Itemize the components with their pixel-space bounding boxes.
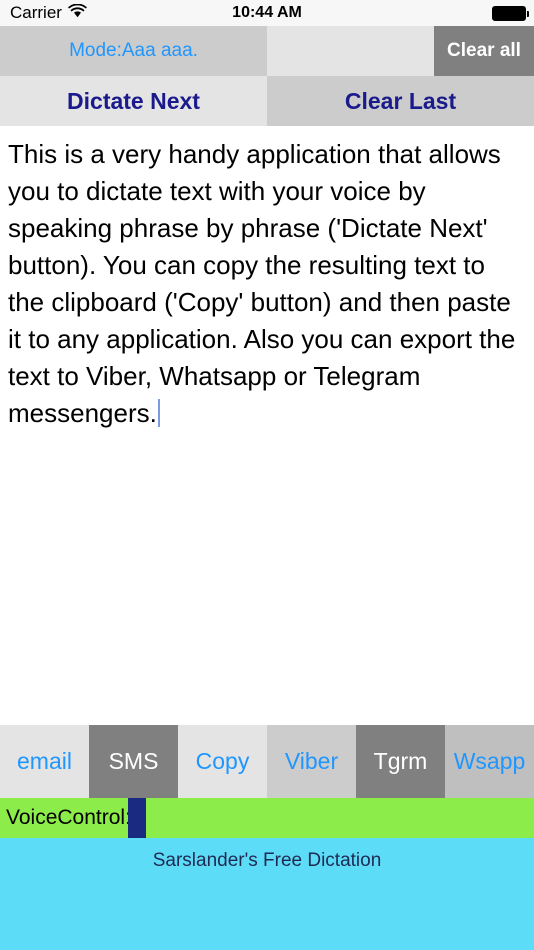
clear-last-button[interactable]: Clear Last (267, 76, 534, 126)
export-button-email[interactable]: email (0, 725, 89, 798)
voice-control-label: VoiceControl: (6, 806, 131, 829)
dictation-text-area[interactable]: This is a very handy application that al… (0, 126, 534, 725)
dictation-text: This is a very handy application that al… (8, 139, 523, 428)
export-button-wsapp[interactable]: Wsapp (445, 725, 534, 798)
voice-level-indicator (128, 798, 146, 838)
status-bar-right (492, 5, 529, 21)
text-caret (157, 399, 160, 427)
voice-control-bar[interactable]: VoiceControl: (0, 798, 534, 838)
status-bar: Carrier 10:44 AM (0, 0, 534, 26)
clear-all-button[interactable]: Clear all (434, 26, 534, 76)
battery-full-icon (492, 5, 529, 21)
app-title: Sarslander's Free Dictation (152, 850, 382, 871)
dictate-next-button[interactable]: Dictate Next (0, 76, 267, 126)
toolbar-row-top: Mode:Aaa aaа. Clear all (0, 26, 534, 76)
footer-banner: Sarslander's Free Dictation (0, 838, 534, 950)
export-button-viber[interactable]: Viber (267, 725, 356, 798)
export-button-sms[interactable]: SMS (89, 725, 178, 798)
export-button-row: email SMS Copy Viber Tgrm Wsapp (0, 725, 534, 798)
mode-button[interactable]: Mode:Aaa aaа. (0, 26, 267, 76)
toolbar-row-bottom: Dictate Next Clear Last (0, 76, 534, 126)
export-button-copy[interactable]: Copy (178, 725, 267, 798)
status-bar-clock: 10:44 AM (232, 4, 302, 21)
toolbar-spacer (267, 26, 434, 76)
export-button-tgrm[interactable]: Tgrm (356, 725, 445, 798)
